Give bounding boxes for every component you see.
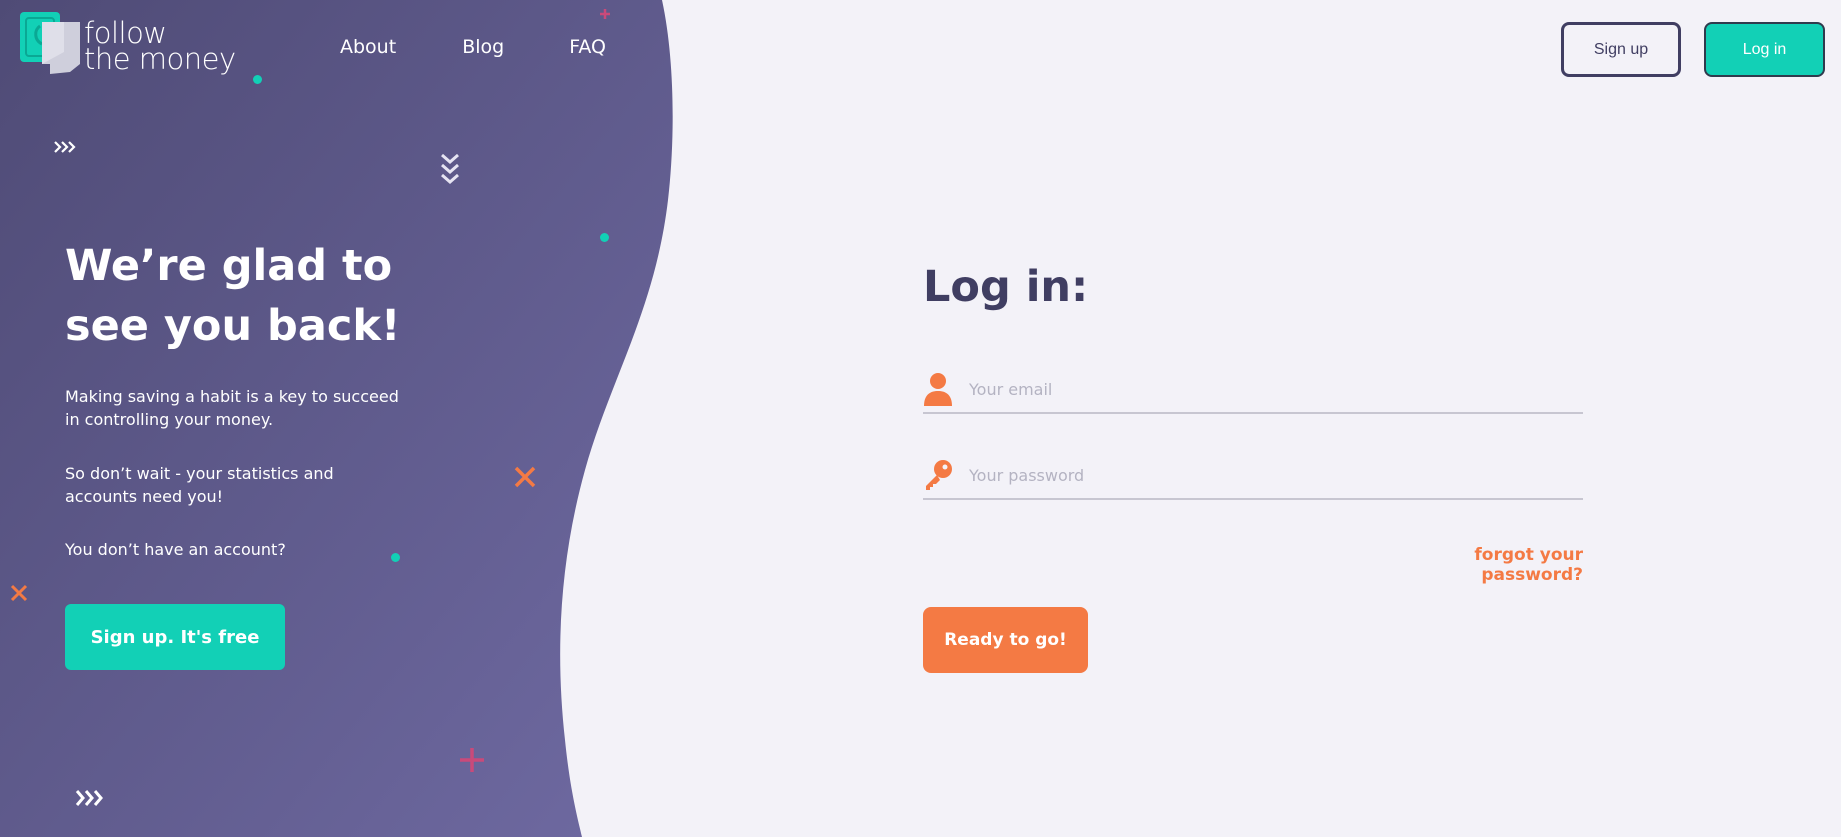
nav-blog[interactable]: Blog: [462, 36, 504, 58]
email-field: [923, 366, 1583, 414]
money-logo-icon: [20, 12, 80, 74]
user-icon: [923, 372, 953, 406]
triple-chevron-down-icon: [441, 153, 459, 184]
login-title: Log in:: [923, 262, 1089, 312]
header-signup-button[interactable]: Sign up: [1561, 22, 1681, 77]
main-nav: About Blog FAQ: [340, 36, 672, 58]
hero-paragraph-1: Making saving a habit is a key to succee…: [65, 387, 399, 429]
magenta-plus-icon: [460, 748, 484, 772]
triple-chevron-right-icon: [54, 141, 76, 153]
teal-dot: [253, 75, 262, 84]
logo-line2: the money: [84, 42, 236, 76]
orange-cross-icon: [514, 466, 536, 488]
nav-faq[interactable]: FAQ: [569, 36, 606, 58]
hero-title: We’re glad to see you back!: [65, 236, 465, 356]
hero-paragraph-3: You don’t have an account?: [65, 540, 286, 559]
email-input[interactable]: [969, 379, 1583, 399]
hero-title-line1: We’re glad to: [65, 241, 393, 291]
password-field: [923, 452, 1583, 500]
logo[interactable]: follow the money: [20, 12, 236, 76]
hero-paragraph-2: So don’t wait - your statistics and acco…: [65, 464, 334, 506]
forgot-password-link[interactable]: forgot your password?: [1383, 545, 1583, 585]
login-submit-button[interactable]: Ready to go!: [923, 607, 1088, 673]
triple-chevron-right-icon: [75, 790, 103, 806]
key-icon: [923, 458, 953, 492]
password-input[interactable]: [969, 465, 1583, 485]
nav-about[interactable]: About: [340, 36, 396, 58]
teal-dot: [600, 233, 609, 242]
hero-title-line2: see you back!: [65, 301, 401, 351]
orange-cross-icon: [10, 584, 28, 602]
header-login-button[interactable]: Log in: [1704, 22, 1825, 77]
signup-free-button[interactable]: Sign up. It's free: [65, 604, 285, 670]
magenta-plus-icon: [600, 9, 610, 19]
logo-text: follow the money: [84, 19, 236, 76]
